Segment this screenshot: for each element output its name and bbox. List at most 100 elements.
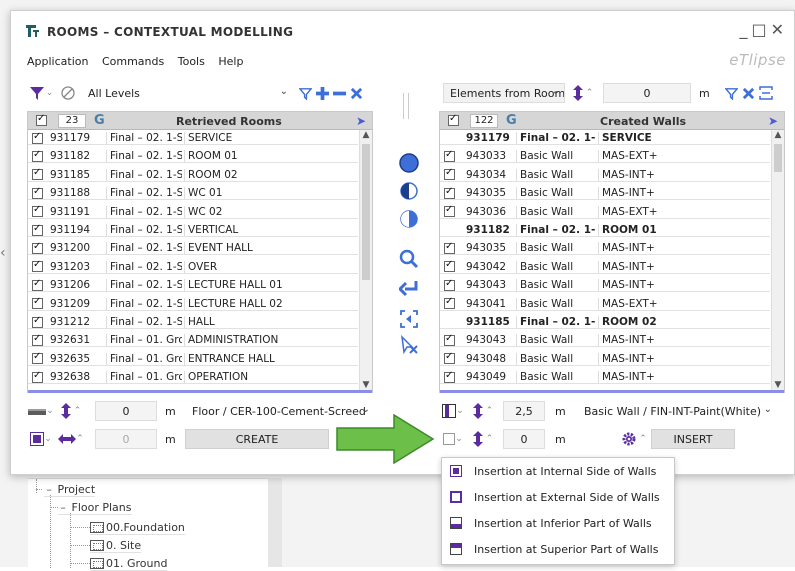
wall-height-button[interactable]: ⌃ [469,401,497,421]
menu-item-inferior-part[interactable]: Insertion at Inferior Part of Walls [446,512,672,534]
row-checkbox[interactable] [444,241,455,254]
scroll-up-icon[interactable]: ▲ [360,130,372,140]
row-checkbox[interactable] [444,259,455,273]
row-checkbox[interactable] [32,186,43,199]
room-group-row[interactable]: 931182 Final – 02. 1-StROOM 01 [440,223,770,237]
expand-grid-button[interactable] [757,83,775,103]
select-cursor-icon[interactable]: ➤ [768,114,778,128]
scroll-down-icon[interactable]: ▼ [772,380,784,390]
scroll-thumb[interactable] [774,144,782,172]
insert-center-button[interactable] [396,151,422,175]
wall-row[interactable]: 943036 Basic WallMAS-EXT+ [440,204,770,219]
room-row[interactable]: 931179 Final – 02. 1-SSERVICE [28,131,358,145]
maximize-icon[interactable]: □ [751,20,770,39]
wall-row[interactable]: 943035 Basic WallMAS-INT+ [440,241,770,256]
walls-scrollbar[interactable]: ▲ ▼ [771,130,784,390]
room-row[interactable]: 931203 Final – 02. 1-SOVER [28,259,358,274]
floor-offset-input[interactable]: 0 [95,401,157,421]
row-checkbox[interactable] [32,370,43,383]
wall-type-dropdown[interactable]: ⌄ [439,401,467,421]
row-checkbox[interactable] [32,278,43,291]
row-checkbox[interactable] [32,296,43,310]
row-checkbox[interactable] [32,149,43,162]
refresh-icon[interactable]: G [94,113,105,128]
wall-type-select[interactable]: Basic Wall / FIN-INT-Paint(White) ⌄ [577,401,777,421]
insert-right-side-button[interactable] [396,207,422,231]
insert-button[interactable]: INSERT [651,429,735,449]
minimize-icon[interactable]: _ [739,20,751,39]
menu-tools[interactable]: Tools [178,55,205,68]
select-all-checkbox[interactable] [448,113,459,126]
room-row[interactable]: 931212 Final – 02. 1-SHALL [28,315,358,329]
floor-type-dropdown[interactable]: ⌄ [27,401,55,421]
close-icon[interactable]: ✕ [771,20,788,39]
tree-scrollbar[interactable] [268,478,282,567]
insert-mode-dropdown[interactable]: ⌄ [439,429,467,449]
room-row[interactable]: 931209 Final – 02. 1-SLECTURE HALL 02 [28,296,358,311]
delete-walls-button[interactable] [740,83,756,103]
room-row[interactable]: 932638 Final – 01. GroOPERATION [28,370,358,385]
rooms-scrollbar[interactable]: ▲ ▼ [359,130,372,390]
row-checkbox[interactable] [32,241,43,254]
room-row[interactable]: 931185 Final – 02. 1-SROOM 02 [28,167,358,182]
menu-item-superior-part[interactable]: Insertion at Superior Part of Walls [446,538,672,560]
apply-filter-button[interactable] [297,83,313,103]
clear-all-filters-button[interactable] [348,83,364,103]
create-mode-dropdown[interactable]: ⌄ [27,429,55,449]
room-row[interactable]: 932631 Final – 01. GroADMINISTRATION [28,333,358,348]
level-select[interactable]: All Levels ⌄ [81,83,293,103]
remove-filter-button[interactable] [331,83,347,103]
wall-row[interactable]: 943043 Basic WallMAS-INT+ [440,333,770,348]
row-checkbox[interactable] [32,351,43,365]
offset-direction-button[interactable]: ⌃ [57,401,85,421]
room-row[interactable]: 931182 Final – 02. 1-SROOM 01 [28,149,358,164]
select-cursor-icon[interactable]: ➤ [356,114,366,128]
row-checkbox[interactable] [444,333,455,346]
row-checkbox[interactable] [444,351,455,365]
row-checkbox[interactable] [444,167,455,181]
scroll-down-icon[interactable]: ▼ [360,380,372,390]
title-bar[interactable]: ROOMS – CONTEXTUAL MODELLING _□✕ [11,11,795,47]
row-checkbox[interactable] [32,223,43,236]
wall-row[interactable]: 943043 Basic WallMAS-INT+ [440,278,770,293]
row-checkbox[interactable] [444,278,455,291]
scroll-up-icon[interactable]: ▲ [772,130,784,140]
collapse-icon[interactable]: – [44,483,54,496]
tree-item-project[interactable]: – Project [44,483,96,497]
row-checkbox[interactable] [32,315,43,328]
room-row[interactable]: 931206 Final – 02. 1-SLECTURE HALL 01 [28,278,358,293]
zoom-button[interactable] [396,247,422,271]
vertical-offset-button[interactable]: ⌃ [569,83,597,103]
select-all-checkbox[interactable] [36,113,47,126]
menu-commands[interactable]: Commands [102,55,164,68]
row-checkbox[interactable] [444,204,455,218]
tree-item-foundation[interactable]: 00.Foundation [90,521,185,535]
horizontal-offset-button[interactable]: ⌃ [57,429,85,449]
menu-application[interactable]: Application [27,55,88,68]
add-filter-button[interactable] [314,83,330,103]
filter-dropdown-button[interactable]: ⌄ [27,83,55,103]
wall-row[interactable]: 943049 Basic WallMAS-INT+ [440,370,770,385]
source-offset-input[interactable]: 0 [603,83,691,103]
refresh-icon[interactable]: G [506,113,517,128]
insert-offset-input[interactable]: 0 [503,429,545,449]
filter-walls-button[interactable] [723,83,739,103]
room-row[interactable]: 932635 Final – 01. GroENTRANCE HALL [28,351,358,366]
menu-item-internal-side[interactable]: Insertion at Internal Side of Walls [446,460,672,482]
row-checkbox[interactable] [32,333,43,346]
wall-row[interactable]: 943035 Basic WallMAS-INT+ [440,186,770,201]
transfer-button[interactable] [396,277,422,301]
wall-row[interactable]: 943042 Basic WallMAS-INT+ [440,259,770,274]
room-row[interactable]: 931200 Final – 02. 1-SEVENT HALL [28,241,358,256]
row-checkbox[interactable] [444,186,455,199]
window-controls[interactable]: _□✕ [739,20,788,39]
insert-offset-button[interactable]: ⌃ [469,429,497,449]
deselect-button[interactable] [396,333,422,357]
room-group-row[interactable]: 931185 Final – 02. 1-StROOM 02 [440,315,770,329]
room-row[interactable]: 931188 Final – 02. 1-SWC 01 [28,186,358,201]
menu-item-external-side[interactable]: Insertion at External Side of Walls [446,486,672,508]
row-checkbox[interactable] [32,259,43,273]
row-checkbox[interactable] [32,131,43,144]
settings-button[interactable]: ⌃ [619,429,649,449]
row-checkbox[interactable] [32,204,43,218]
